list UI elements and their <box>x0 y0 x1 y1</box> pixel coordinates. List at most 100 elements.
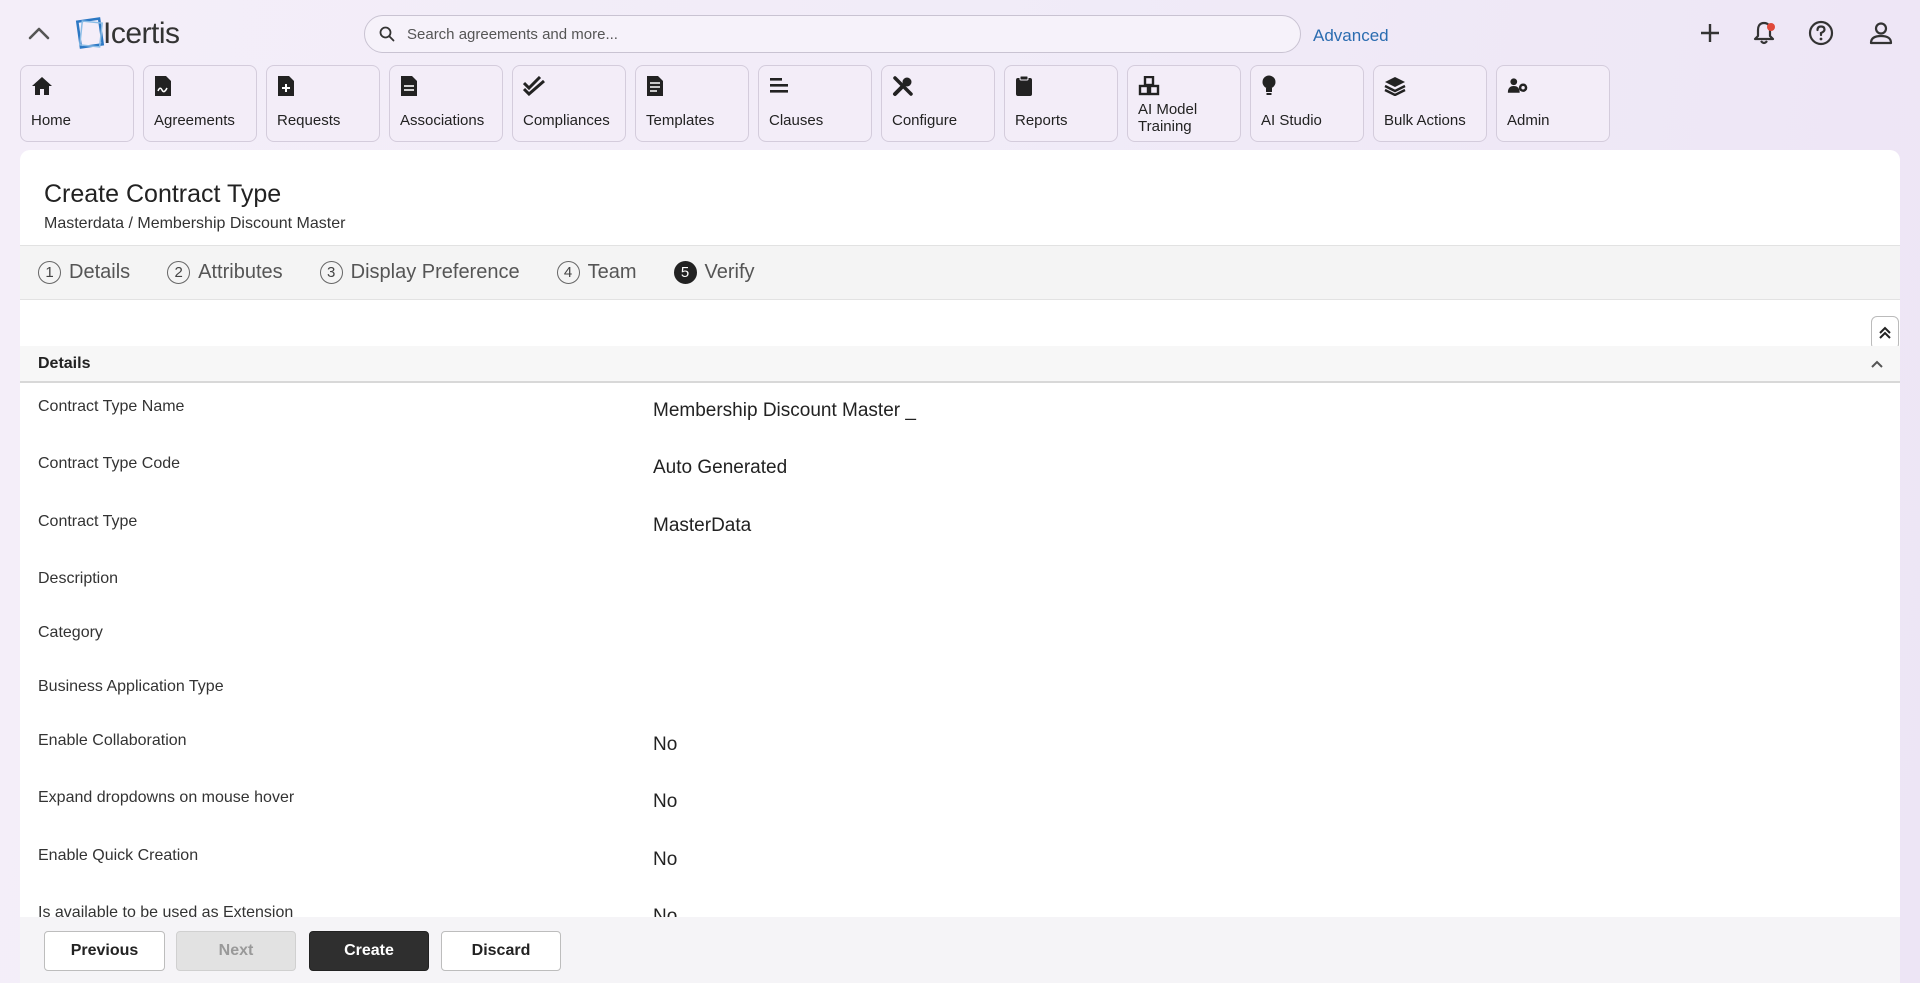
search-bar[interactable] <box>364 15 1301 53</box>
text-lines-icon <box>769 75 791 97</box>
field-row: Description <box>20 570 1900 610</box>
next-button[interactable]: Next <box>176 931 296 971</box>
tools-icon <box>892 75 914 97</box>
module-tile-templates[interactable]: Templates <box>635 65 749 142</box>
field-row: Category <box>20 624 1900 664</box>
add-icon[interactable] <box>1693 16 1727 50</box>
document-icon <box>400 75 422 97</box>
icertis-logo[interactable]: Icertis <box>75 14 180 54</box>
field-label: Enable Quick Creation <box>38 847 199 864</box>
step-verify[interactable]: 5 Verify <box>673 261 755 284</box>
cubes-icon <box>1138 75 1160 97</box>
field-row: Contract Type Code Auto Generated <box>20 455 1900 495</box>
section-title: Details <box>38 355 91 372</box>
module-label: AI Model Training <box>1138 101 1198 135</box>
module-navigation: Home Agreements Requests Associations Co… <box>20 65 1610 142</box>
search-input[interactable] <box>407 25 1257 43</box>
module-label: Clauses <box>769 112 824 129</box>
field-label: Contract Type <box>38 513 138 530</box>
field-label: Description <box>38 570 119 587</box>
lightbulb-icon <box>1261 75 1283 97</box>
notification-dot <box>1767 23 1775 31</box>
module-label: Associations <box>400 112 485 129</box>
module-tile-admin[interactable]: Admin <box>1496 65 1610 142</box>
module-label: AI Studio <box>1261 112 1322 129</box>
main-panel: Create Contract Type Masterdata / Member… <box>20 150 1900 983</box>
layers-icon <box>1384 75 1406 97</box>
module-tile-reports[interactable]: Reports <box>1004 65 1118 142</box>
field-label: Enable Collaboration <box>38 732 187 749</box>
field-row: Contract Type Name Membership Discount M… <box>20 398 1900 438</box>
module-tile-clauses[interactable]: Clauses <box>758 65 872 142</box>
details-section-header[interactable]: Details <box>20 346 1900 383</box>
step-details[interactable]: 1 Details <box>38 261 130 284</box>
advanced-search-link[interactable]: Advanced <box>1313 26 1389 46</box>
module-tile-agreements[interactable]: Agreements <box>143 65 257 142</box>
step-number: 1 <box>38 261 61 284</box>
page-title: Create Contract Type <box>44 180 282 208</box>
home-icon <box>31 75 53 97</box>
module-label: Configure <box>892 112 958 129</box>
search-icon <box>379 26 395 42</box>
module-label: Admin <box>1507 112 1550 129</box>
module-label: Compliances <box>523 112 610 129</box>
step-number-active: 5 <box>673 261 697 284</box>
breadcrumb: Masterdata / Membership Discount Master <box>44 215 346 232</box>
module-tile-compliances[interactable]: Compliances <box>512 65 626 142</box>
double-check-icon <box>523 75 545 97</box>
wizard-footer: Previous Next Create Discard <box>20 917 1900 983</box>
wizard-steps: 1 Details 2 Attributes 3 Display Prefere… <box>20 245 1900 300</box>
module-tile-associations[interactable]: Associations <box>389 65 503 142</box>
template-icon <box>646 75 668 97</box>
discard-button[interactable]: Discard <box>441 931 561 971</box>
logo-text: Icertis <box>103 17 180 50</box>
step-label: Team <box>587 261 637 283</box>
field-value: Auto Generated <box>653 457 788 478</box>
module-tile-configure[interactable]: Configure <box>881 65 995 142</box>
module-tile-home[interactable]: Home <box>20 65 134 142</box>
step-team[interactable]: 4 Team <box>556 261 637 284</box>
module-tile-ai-studio[interactable]: AI Studio <box>1250 65 1364 142</box>
step-attributes[interactable]: 2 Attributes <box>167 261 283 284</box>
step-label: Details <box>69 261 131 283</box>
field-row: Contract Type MasterData <box>20 513 1900 553</box>
help-icon[interactable] <box>1804 16 1838 50</box>
chevron-up-icon[interactable] <box>24 18 54 48</box>
module-label: Reports <box>1015 112 1068 129</box>
field-label: Contract Type Code <box>38 455 181 472</box>
step-number: 3 <box>319 261 343 284</box>
module-tile-requests[interactable]: Requests <box>266 65 380 142</box>
module-label: Home <box>31 112 72 129</box>
file-plus-icon <box>277 75 299 97</box>
field-value: No <box>653 734 678 755</box>
module-label: Requests <box>277 112 341 129</box>
field-value: Membership Discount Master _ <box>653 400 916 421</box>
notification-bell-icon[interactable] <box>1747 16 1781 50</box>
field-value: No <box>653 849 678 870</box>
chevron-up-icon[interactable] <box>1870 357 1884 371</box>
user-profile-icon[interactable] <box>1864 16 1898 50</box>
field-label: Category <box>38 624 103 641</box>
step-display-preference[interactable]: 3 Display Preference <box>319 261 520 284</box>
field-row: Expand dropdowns on mouse hover No <box>20 789 1900 829</box>
step-label: Verify <box>704 261 755 283</box>
users-gear-icon <box>1507 75 1529 97</box>
document-signature-icon <box>154 75 176 97</box>
field-row: Business Application Type <box>20 678 1900 718</box>
module-tile-bulk-actions[interactable]: Bulk Actions <box>1373 65 1487 142</box>
module-label: Bulk Actions <box>1384 112 1466 129</box>
field-row: Enable Quick Creation No <box>20 847 1900 887</box>
previous-button[interactable]: Previous <box>44 931 165 971</box>
field-label: Contract Type Name <box>38 398 185 415</box>
module-tile-ai-model-training[interactable]: AI Model Training <box>1127 65 1241 142</box>
field-value: MasterData <box>653 515 752 536</box>
step-number: 4 <box>556 261 580 284</box>
create-button[interactable]: Create <box>309 931 429 971</box>
top-bar: Icertis Advanced <box>0 0 1920 66</box>
field-row: Enable Collaboration No <box>20 732 1900 772</box>
module-label: Agreements <box>154 112 235 129</box>
collapse-all-button[interactable] <box>1871 316 1899 350</box>
double-chevron-up-icon <box>1879 326 1891 339</box>
field-value: No <box>653 791 678 812</box>
field-label: Business Application Type <box>38 678 224 695</box>
